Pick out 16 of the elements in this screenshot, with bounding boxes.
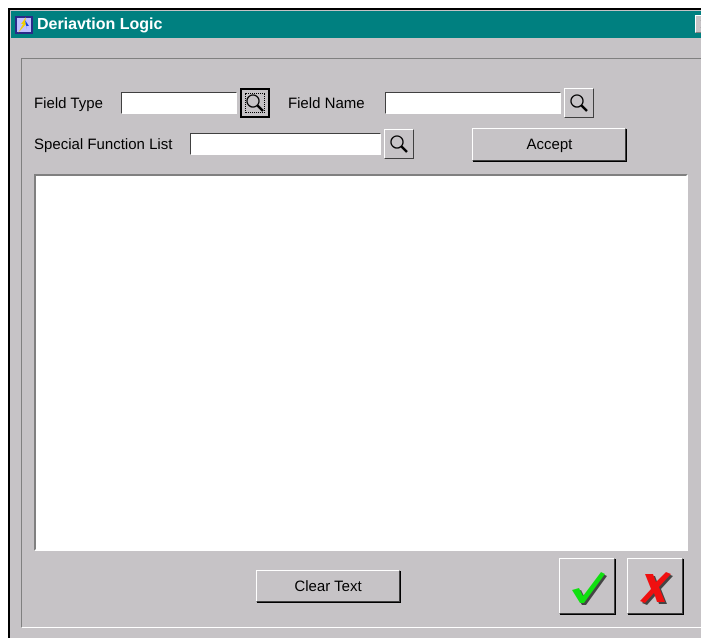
clear-text-button[interactable]: Clear Text xyxy=(256,570,400,602)
window-title: Deriavtion Logic xyxy=(37,16,162,34)
search-icon xyxy=(568,93,589,113)
search-button[interactable] xyxy=(240,88,270,118)
app-icon xyxy=(14,14,34,34)
ok-button[interactable] xyxy=(559,558,615,614)
input-field[interactable] xyxy=(190,133,382,155)
input-field[interactable] xyxy=(384,92,561,114)
cancel-button[interactable] xyxy=(627,558,683,614)
search-icon xyxy=(389,134,410,154)
field-label: Field Name xyxy=(288,94,365,112)
accept-button[interactable]: Accept xyxy=(472,128,626,160)
search-icon xyxy=(244,93,265,113)
input-field[interactable] xyxy=(120,92,237,114)
field-label: Field Type xyxy=(34,94,103,112)
field-label: Special Function List xyxy=(34,136,172,152)
